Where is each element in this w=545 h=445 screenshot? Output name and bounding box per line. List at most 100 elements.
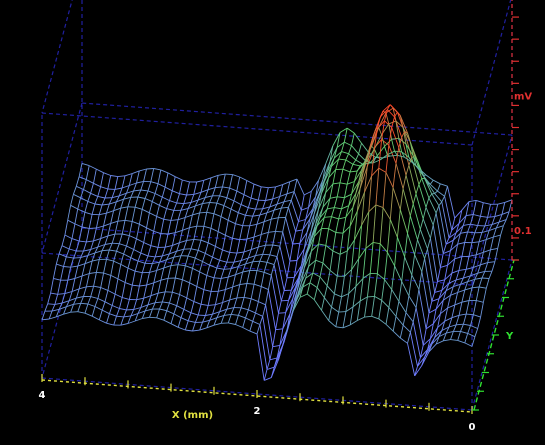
mesh-line <box>64 234 73 240</box>
mesh-line <box>275 217 279 232</box>
mesh-line <box>121 220 126 235</box>
mesh-line <box>130 257 139 262</box>
mesh-line <box>259 254 264 262</box>
mesh-line <box>229 174 233 189</box>
mesh-line <box>256 270 265 273</box>
mesh-line <box>480 302 484 318</box>
mesh-line <box>213 202 218 214</box>
mesh-line <box>93 182 101 188</box>
mesh-line <box>233 252 238 263</box>
mesh-line <box>263 212 268 222</box>
mesh-line <box>128 285 133 300</box>
mesh-line <box>232 274 236 288</box>
mesh-line <box>275 328 283 331</box>
mesh-line <box>293 191 302 211</box>
mesh-line <box>114 278 119 295</box>
mesh-line <box>272 186 276 200</box>
mesh-line <box>272 344 280 348</box>
mesh-line <box>117 278 126 283</box>
mesh-line <box>409 321 414 333</box>
mesh-line <box>246 225 251 240</box>
mesh-line <box>366 273 371 297</box>
mesh-line <box>153 168 161 171</box>
mesh-line <box>493 234 501 238</box>
mesh-line <box>497 235 502 249</box>
mesh-line <box>266 359 271 370</box>
mesh-line <box>153 279 162 284</box>
mesh-line <box>338 158 346 161</box>
mesh-line <box>120 323 129 326</box>
mesh-line <box>461 242 466 257</box>
mesh-line <box>136 224 140 239</box>
mesh-line <box>136 285 140 300</box>
mesh-line <box>153 216 158 232</box>
mesh-line <box>134 260 139 272</box>
mesh-line <box>387 252 395 267</box>
mesh-line <box>455 315 460 325</box>
mesh-line <box>111 189 116 198</box>
mesh-line <box>72 186 77 195</box>
mesh-line <box>350 170 358 173</box>
mesh-line <box>425 207 434 226</box>
mesh-line <box>232 174 240 178</box>
mesh-line <box>332 182 341 185</box>
mesh-line <box>243 180 248 195</box>
mesh-line <box>392 187 401 210</box>
mesh-line <box>345 159 354 165</box>
mesh-line <box>367 295 375 298</box>
mesh-line <box>255 312 263 317</box>
mesh-line <box>124 268 129 283</box>
mesh-line <box>98 204 103 215</box>
mesh-line <box>331 293 335 308</box>
mesh-line <box>395 163 404 189</box>
mesh-line <box>429 183 438 192</box>
mesh-line <box>186 227 190 241</box>
mesh-line <box>196 286 205 291</box>
mesh-line <box>479 286 487 289</box>
mesh-line <box>477 216 481 226</box>
mesh-line <box>473 314 481 318</box>
mesh-line <box>262 200 266 209</box>
mesh-line <box>280 290 285 301</box>
mesh-line <box>351 133 355 146</box>
mesh-line <box>396 209 401 238</box>
mesh-line <box>252 312 256 322</box>
z-tick-label-max: 123 <box>514 0 535 2</box>
mesh-line <box>252 209 256 217</box>
mesh-line <box>123 245 127 255</box>
mesh-line <box>200 239 209 244</box>
mesh-line <box>217 278 222 292</box>
mesh-line <box>70 265 78 268</box>
mesh-line <box>223 313 232 316</box>
mesh-line <box>163 218 171 221</box>
mesh-line <box>407 233 416 255</box>
mesh-line <box>355 153 360 161</box>
mesh-line <box>402 188 411 217</box>
mesh-line <box>331 216 339 220</box>
mesh-line <box>84 312 93 317</box>
mesh-line <box>335 218 340 233</box>
mesh-line <box>193 226 198 240</box>
mesh-line <box>126 299 130 311</box>
mesh-line <box>467 224 471 233</box>
mesh-line <box>240 194 245 205</box>
mesh-line <box>230 208 239 214</box>
mesh-line <box>212 187 216 196</box>
mesh-line <box>365 242 374 249</box>
mesh-line <box>221 276 229 279</box>
mesh-line <box>146 227 154 232</box>
mesh-line <box>207 242 216 247</box>
mesh-line <box>226 299 231 310</box>
mesh-line <box>217 231 226 236</box>
mesh-line <box>77 197 82 210</box>
mesh-line <box>127 267 136 272</box>
mesh-line <box>266 261 275 266</box>
mesh-line <box>193 238 202 241</box>
mesh-line <box>388 145 397 164</box>
mesh-line <box>141 198 146 210</box>
mesh-line <box>283 277 288 291</box>
mesh-line <box>219 302 224 312</box>
mesh-line <box>467 332 476 338</box>
mesh-line <box>143 285 148 299</box>
mesh-line <box>267 219 272 233</box>
